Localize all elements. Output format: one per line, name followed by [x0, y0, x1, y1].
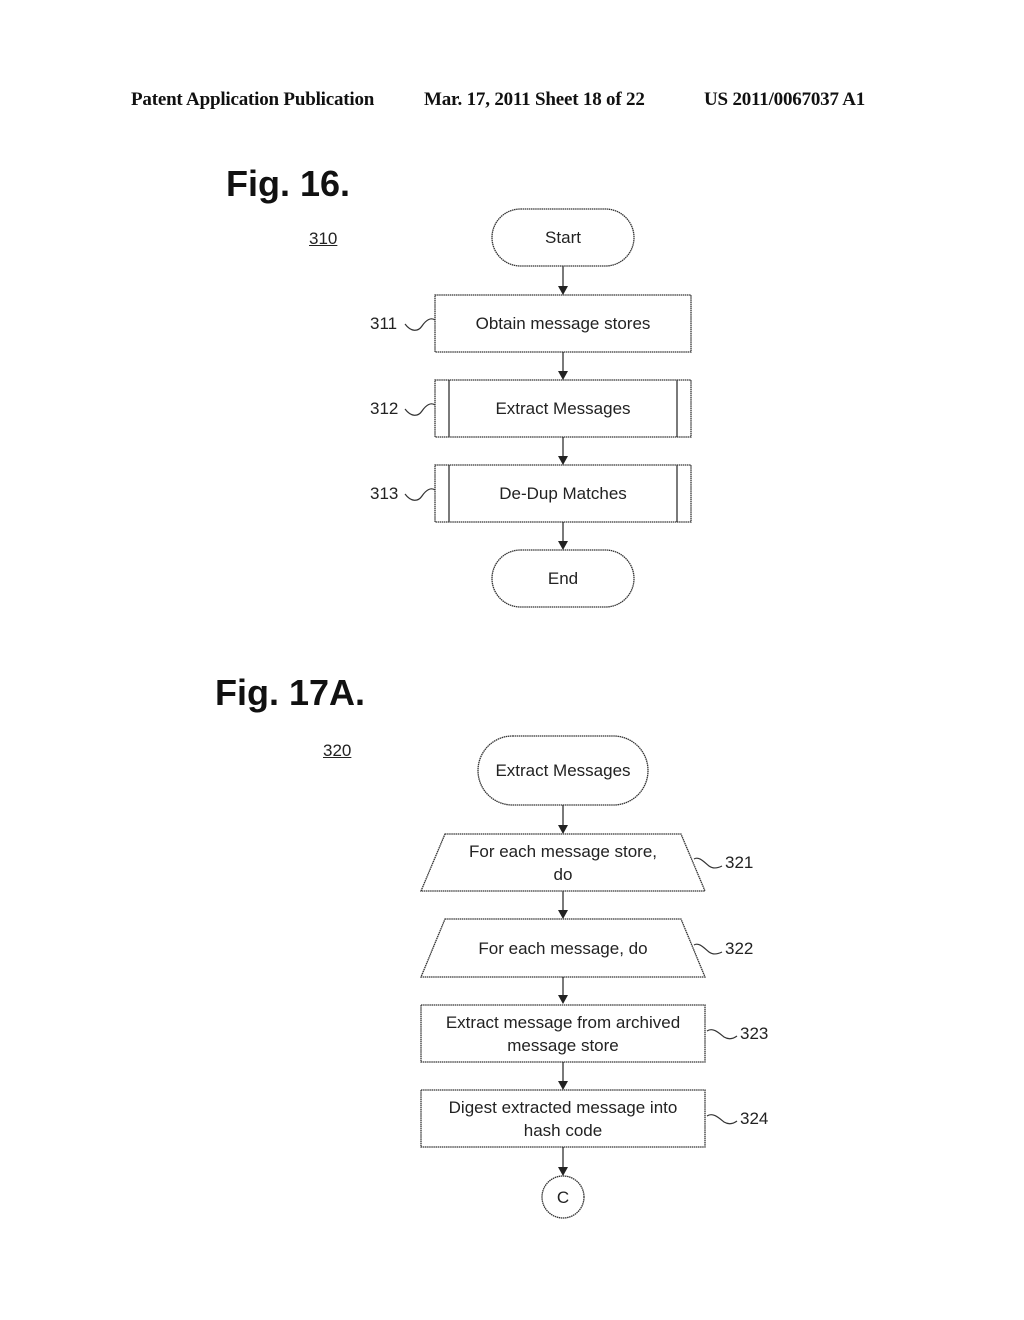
fig16-312-ref: 312: [370, 399, 398, 418]
fig17a-arrow-4: [558, 1062, 568, 1090]
fig17a-323-label-line1: Extract message from archived: [446, 1013, 680, 1032]
fig16-arrow-3: [558, 437, 568, 465]
fig17a-321-label-line2: do: [554, 865, 573, 884]
fig17a-arrow-1: [558, 805, 568, 834]
fig17a-process-324: Digest extracted message into hash code …: [420, 1089, 768, 1148]
fig17a-321-label-line1: For each message store,: [469, 842, 657, 861]
fig16-start-label: Start: [545, 228, 581, 247]
fig16-end-terminal: End: [491, 549, 635, 608]
leader-line-icon: [693, 857, 723, 869]
fig17a-arrow-3: [558, 977, 568, 1004]
fig16-flowchart: Start Obtain message stores 311 Extract …: [370, 208, 692, 608]
fig17a-extract-terminal: Extract Messages: [477, 735, 649, 806]
leader-line-icon: [693, 943, 723, 955]
fig17a-324-label-line2: hash code: [524, 1121, 602, 1140]
fig16-start-terminal: Start: [491, 208, 635, 267]
fig17a-loop-322: For each message, do 322: [420, 918, 753, 978]
fig17a-324-ref: 324: [740, 1109, 768, 1128]
fig16-313-label: De-Dup Matches: [499, 484, 627, 503]
fig17a-322-ref: 322: [725, 939, 753, 958]
fig17a-arrow-2: [558, 891, 568, 919]
fig17a-extract-label: Extract Messages: [495, 761, 630, 780]
fig16-313-ref: 313: [370, 484, 398, 503]
fig17a-321-ref: 321: [725, 853, 753, 872]
fig17a-connector-c: C: [541, 1175, 585, 1219]
fig17a-324-label-line1: Digest extracted message into: [449, 1098, 678, 1117]
fig17a-process-323: Extract message from archived message st…: [420, 1004, 768, 1063]
fig17a-flowchart: Extract Messages For each message store,…: [420, 735, 768, 1219]
fig16-arrow-1: [558, 266, 568, 295]
fig16-311-ref: 311: [370, 314, 397, 333]
fig16-end-label: End: [548, 569, 578, 588]
leader-line-icon: [706, 1114, 738, 1125]
fig17a-arrow-5: [558, 1147, 568, 1176]
leader-line-icon: [404, 488, 436, 501]
leader-line-icon: [706, 1029, 738, 1040]
fig16-arrow-2: [558, 352, 568, 380]
fig17a-323-label-line2: message store: [507, 1036, 619, 1055]
flowchart-canvas: Start Obtain message stores 311 Extract …: [370, 208, 768, 1219]
leader-line-icon: [404, 403, 436, 416]
fig16-process-311: Obtain message stores 311: [370, 294, 692, 353]
fig16-subprocess-313: De-Dup Matches 313: [370, 464, 692, 523]
fig16-arrow-4: [558, 522, 568, 550]
fig17a-323-ref: 323: [740, 1024, 768, 1043]
fig16-312-label: Extract Messages: [495, 399, 630, 418]
fig17a-loop-321: For each message store, do 321: [420, 833, 753, 892]
leader-line-icon: [404, 318, 436, 331]
fig17a-322-label: For each message, do: [478, 939, 647, 958]
fig17a-connector-label: C: [557, 1188, 569, 1207]
fig16-subprocess-312: Extract Messages 312: [370, 379, 692, 438]
fig16-311-label: Obtain message stores: [476, 314, 651, 333]
